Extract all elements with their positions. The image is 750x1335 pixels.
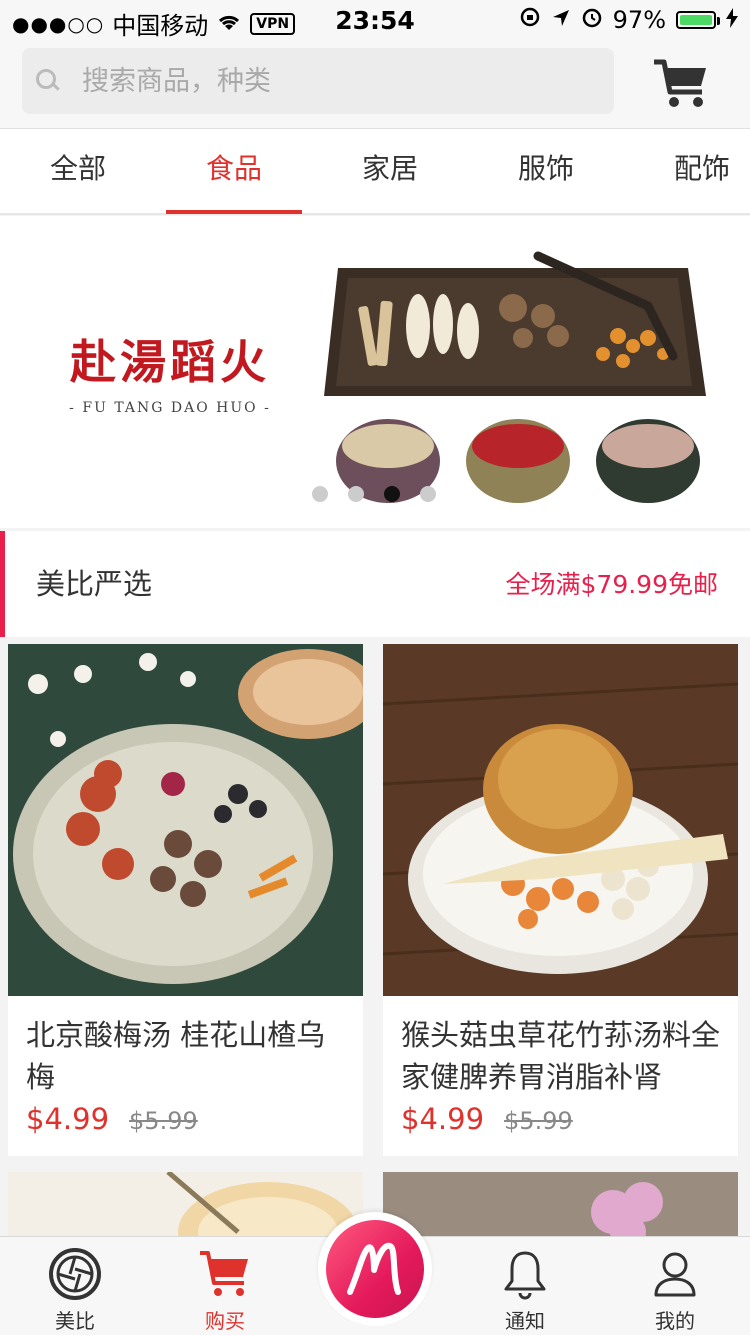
product-name: 猴头菇虫草花竹荪汤料全家健脾养胃消脂补肾 [401, 1018, 721, 1094]
cart-button[interactable] [652, 56, 712, 112]
search-bar[interactable] [22, 48, 614, 114]
m-logo-icon [326, 1220, 424, 1318]
tab-label: 美比 [55, 1309, 95, 1333]
section-header: 美比严选 全场满$79.99免邮 [0, 531, 750, 637]
rotation-lock-icon [519, 6, 541, 34]
tab-home[interactable]: 家居 [322, 129, 458, 213]
product-image[interactable] [383, 1172, 738, 1242]
status-bar: ●●●○○ 中国移动 VPN 23:54 97% [0, 0, 750, 40]
product-prices: $4.99 $5.99 [26, 1102, 345, 1136]
alarm-icon [581, 6, 603, 34]
product-card[interactable] [8, 1172, 363, 1242]
tab-accessories[interactable]: 配饰 [634, 129, 750, 213]
cart-icon [200, 1251, 248, 1296]
carousel-dot-active[interactable] [384, 486, 400, 502]
tab-buy[interactable]: 购买 [150, 1237, 300, 1335]
user-icon [654, 1252, 696, 1297]
product-original-price: $5.99 [129, 1107, 198, 1135]
bell-icon [504, 1251, 546, 1300]
carousel-dot[interactable] [348, 486, 364, 502]
aperture-icon [49, 1248, 101, 1300]
section-title: 美比严选 [36, 567, 153, 601]
search-header [0, 40, 750, 129]
tab-notifications[interactable]: 通知 [450, 1237, 600, 1335]
product-price: $4.99 [401, 1102, 485, 1136]
tab-apparel[interactable]: 服饰 [478, 129, 614, 213]
tab-label: 购买 [205, 1309, 245, 1333]
tab-food[interactable]: 食品 [166, 129, 302, 214]
carousel-dot[interactable] [312, 486, 328, 502]
tab-profile[interactable]: 我的 [600, 1237, 750, 1335]
product-prices: $4.99 $5.99 [401, 1102, 720, 1136]
carousel-dot[interactable] [420, 486, 436, 502]
brand-subtitle: - FU TANG DAO HUO - [69, 400, 271, 416]
search-icon [36, 69, 60, 93]
status-right: 97% [519, 6, 738, 34]
battery-icon [676, 11, 720, 29]
product-card[interactable] [383, 1172, 738, 1242]
product-image[interactable] [383, 644, 738, 996]
promo-banner[interactable]: 赴湯蹈火 - FU TANG DAO HUO - [0, 216, 750, 528]
tab-label: 我的 [655, 1309, 695, 1333]
tab-label: 通知 [505, 1309, 545, 1333]
category-tabs: 全部 食品 家居 服饰 配饰 [0, 129, 750, 215]
product-image[interactable] [8, 1172, 363, 1242]
battery-percent: 97% [612, 6, 666, 34]
carousel-indicator [312, 486, 436, 502]
meibi-center-button[interactable] [318, 1212, 432, 1326]
herbal-ingredients-image [324, 251, 706, 503]
tab-all[interactable]: 全部 [10, 129, 146, 213]
banner-brand: 赴湯蹈火 - FU TANG DAO HUO - [50, 326, 290, 416]
search-input[interactable] [80, 64, 564, 98]
product-image[interactable] [8, 644, 363, 996]
location-arrow-icon [551, 6, 571, 34]
product-original-price: $5.99 [504, 1107, 573, 1135]
product-price: $4.99 [26, 1102, 110, 1136]
free-shipping-promo[interactable]: 全场满$79.99免邮 [506, 565, 718, 601]
brand-logo-text: 赴湯蹈火 [70, 335, 270, 389]
cart-icon [654, 59, 706, 107]
tab-meibi[interactable]: 美比 [0, 1237, 150, 1335]
product-name: 北京酸梅汤 桂花山楂乌梅 [26, 1018, 326, 1094]
product-card[interactable]: 北京酸梅汤 桂花山楂乌梅 $4.99 $5.99 [8, 644, 363, 1156]
charging-icon [726, 6, 738, 34]
product-card[interactable]: 猴头菇虫草花竹荪汤料全家健脾养胃消脂补肾 $4.99 $5.99 [383, 644, 738, 1156]
section-accent-bar [0, 531, 5, 637]
